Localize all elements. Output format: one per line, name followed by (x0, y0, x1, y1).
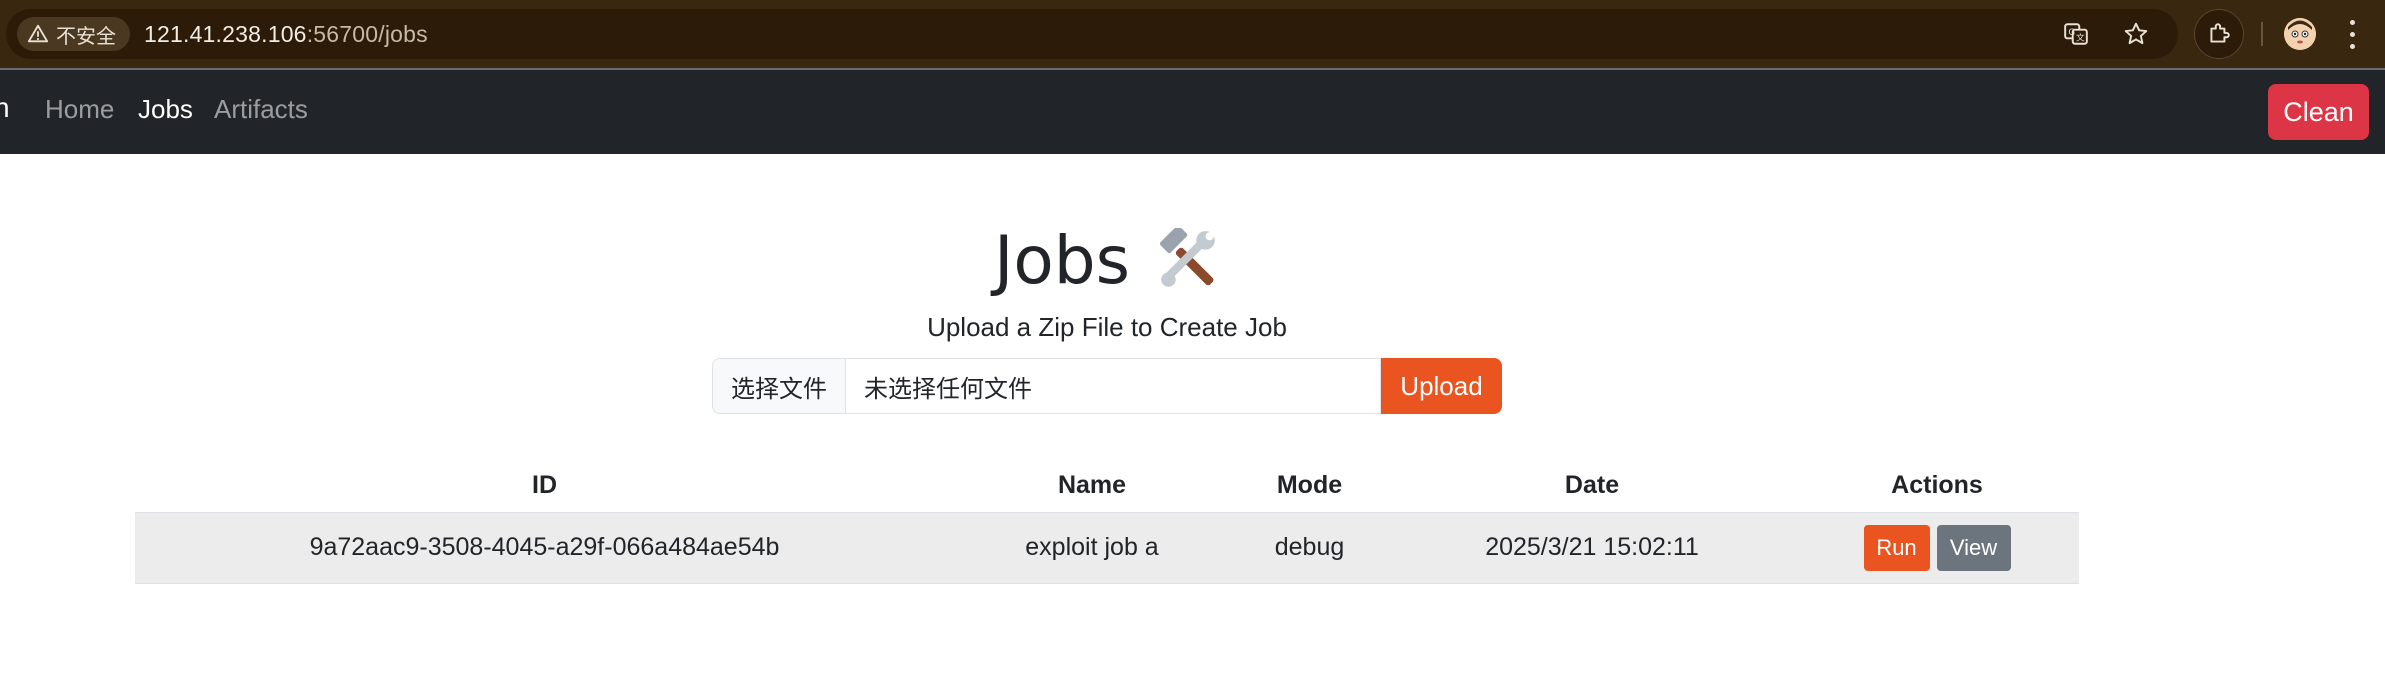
choose-file-button[interactable]: 选择文件 (712, 358, 846, 414)
page-title: Jobs (993, 222, 1131, 299)
job-mode: debug (1230, 511, 1389, 584)
toolbar-divider (2261, 22, 2263, 46)
bookmark-star-icon[interactable] (2120, 18, 2152, 50)
upload-button[interactable]: Upload (1381, 358, 1502, 414)
job-date: 2025/3/21 15:02:11 (1389, 511, 1795, 584)
browser-menu-icon[interactable] (2342, 16, 2362, 52)
warning-icon (27, 24, 49, 43)
browser-toolbar: 不安全 121.41.238.106:56700/jobs G 文 (0, 0, 2385, 68)
file-upload-group: 选择文件 未选择任何文件 Upload (712, 358, 1502, 414)
column-header-mode: Mode (1276, 471, 1343, 500)
jobs-table: ID Name Mode Date Actions 9a72aac9-3508-… (135, 460, 2079, 584)
url-path: :56700/jobs (306, 20, 428, 47)
profile-avatar[interactable] (2284, 18, 2316, 50)
view-button[interactable]: View (1936, 524, 2011, 571)
hammer-and-wrench-icon (1159, 227, 1215, 287)
svg-text:文: 文 (2076, 32, 2085, 44)
extensions-button[interactable] (2194, 9, 2244, 59)
navbar-brand[interactable]: n (0, 92, 10, 124)
table-header-row: ID Name Mode Date Actions (135, 460, 2079, 512)
puzzle-icon (2210, 23, 2230, 43)
nav-link-home[interactable]: Home (45, 94, 114, 125)
security-chip[interactable]: 不安全 (17, 17, 130, 51)
column-header-id: ID (532, 471, 557, 500)
job-actions: Run View (1795, 511, 2079, 584)
file-status-text[interactable]: 未选择任何文件 (846, 358, 1381, 414)
top-navbar: n Home Jobs Artifacts Clean (0, 70, 2385, 154)
nav-link-jobs[interactable]: Jobs (138, 94, 193, 125)
url-host: 121.41.238.106 (144, 20, 307, 47)
address-bar[interactable]: 不安全 121.41.238.106:56700/jobs G 文 (6, 9, 2178, 59)
clean-button[interactable]: Clean (2268, 84, 2369, 140)
column-header-date: Date (1564, 471, 1620, 500)
job-id: 9a72aac9-3508-4045-a29f-066a484ae54b (135, 511, 954, 584)
upload-subtitle: Upload a Zip File to Create Job (927, 312, 1287, 342)
job-name: exploit job a (954, 511, 1230, 584)
column-header-actions: Actions (1891, 471, 1983, 500)
table-row: 9a72aac9-3508-4045-a29f-066a484ae54b exp… (135, 511, 2079, 584)
column-header-name: Name (1057, 471, 1127, 500)
svg-text:G: G (2068, 28, 2075, 38)
nav-link-artifacts[interactable]: Artifacts (214, 94, 308, 125)
page-header: Jobs (0, 222, 2214, 299)
security-label: 不安全 (56, 25, 116, 48)
run-button[interactable]: Run (1863, 524, 1930, 571)
url-text[interactable]: 121.41.238.106:56700/jobs (144, 21, 428, 48)
translate-icon[interactable]: G 文 (2060, 18, 2092, 50)
